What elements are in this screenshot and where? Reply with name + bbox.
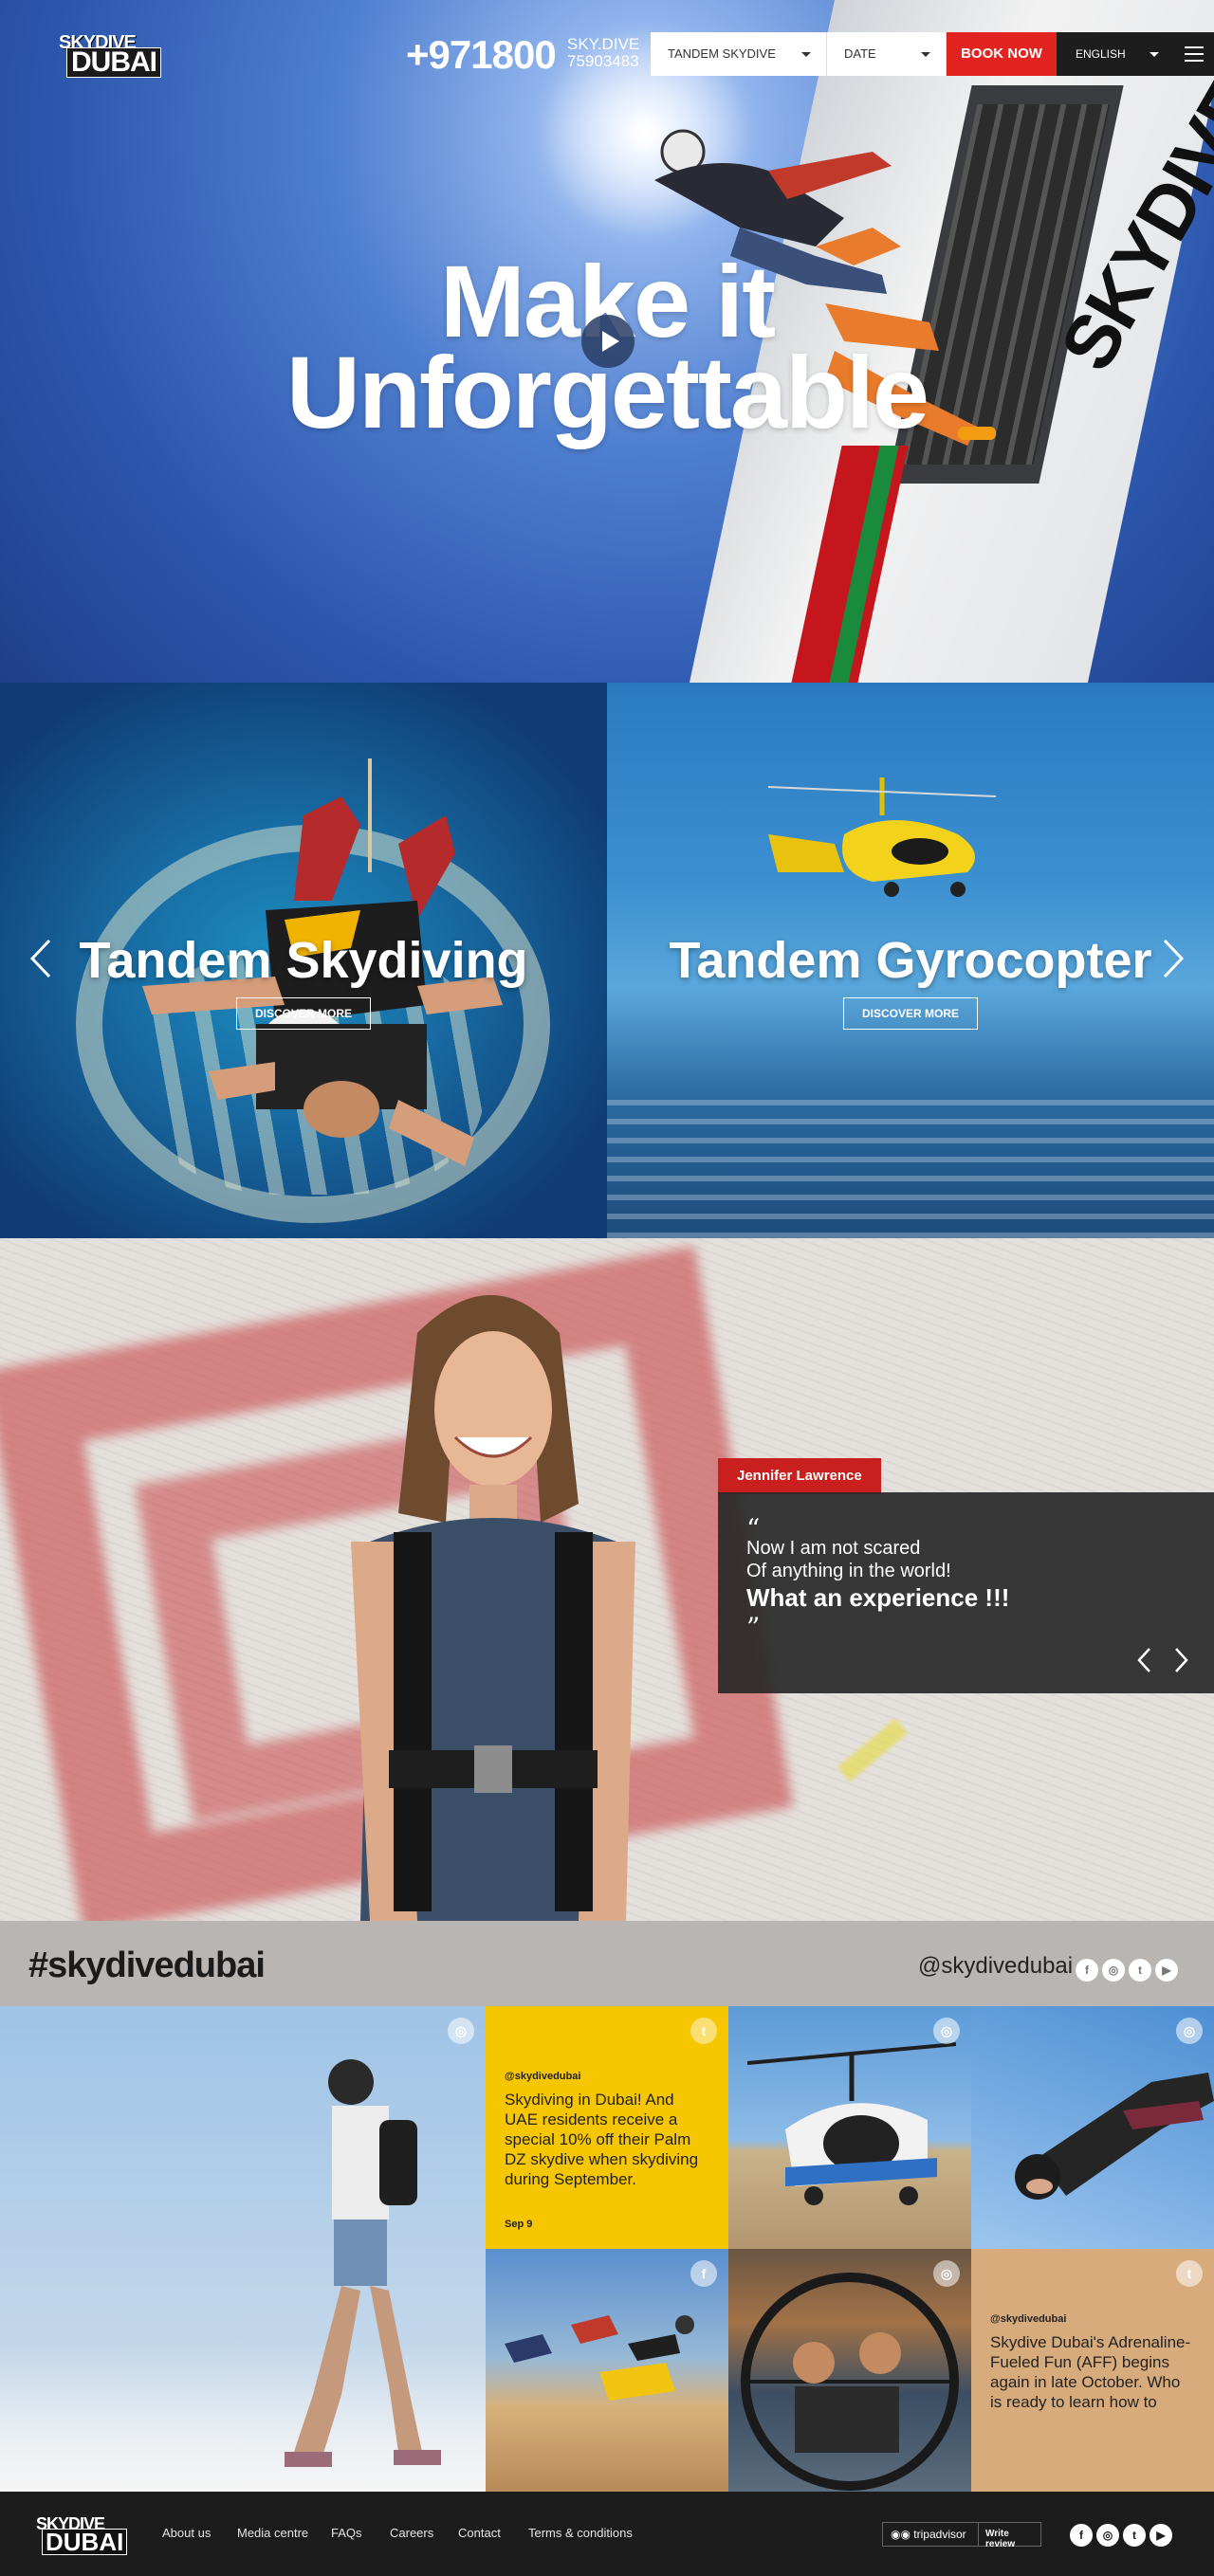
feed-tile-facebook[interactable]: f (486, 2249, 728, 2492)
testimonial-quote: “ Now I am not scared Of anything in the… (718, 1492, 1214, 1693)
twitter-icon[interactable]: t (1129, 1959, 1151, 1982)
instagram-icon[interactable]: ◎ (1102, 1959, 1125, 1982)
chevron-right-icon[interactable] (1159, 937, 1187, 980)
tripadvisor-widget[interactable]: ◉◉ tripadvisor Write review (882, 2522, 1041, 2549)
product-title: Tandem Skydiving (79, 932, 528, 989)
owl-icon: ◉◉ (891, 2528, 910, 2541)
activity-select[interactable]: TANDEM SKYDIVE (651, 32, 827, 76)
footer-link-terms[interactable]: Terms & conditions (528, 2526, 633, 2540)
skydiver-walking-illustration (285, 2059, 441, 2467)
youtube-icon[interactable]: ▶ (1150, 2524, 1172, 2547)
write-review-link[interactable]: Write review (985, 2529, 1040, 2549)
chevron-down-icon (921, 52, 930, 57)
tweet-handle: @skydivedubai (505, 2071, 581, 2082)
feed-tile-instagram[interactable]: ◎ (0, 2006, 486, 2492)
hamburger-icon (1185, 53, 1204, 55)
twitter-icon[interactable]: t (1123, 2524, 1146, 2547)
chevron-down-icon (1150, 52, 1159, 57)
quote-line: Of anything in the world! (746, 1561, 951, 1581)
discover-more-button[interactable]: DISCOVER MORE (236, 997, 371, 1030)
instagram-icon: ◎ (1176, 2018, 1203, 2044)
tweet-date: Sep 9 (505, 2219, 533, 2230)
palm-island-haze (607, 1090, 1214, 1238)
formation-skydivers-photo (505, 2315, 694, 2401)
gyrocopter-illustration (767, 777, 997, 897)
quote-highlight: What an experience !!! (746, 1583, 1010, 1612)
customer-portrait (351, 1295, 635, 1921)
book-now-button[interactable]: BOOK NOW (947, 32, 1057, 76)
date-select[interactable]: DATE (827, 32, 947, 76)
activity-select-value: TANDEM SKYDIVE (668, 46, 776, 61)
feed-tile-instagram[interactable]: ◎ (728, 2006, 971, 2249)
language-select-value: ENGLISH (1076, 47, 1126, 61)
phone-alt[interactable]: SKY.DIVE 75903483 (567, 36, 639, 70)
feed-tile-tweet[interactable]: t @skydivedubai Skydiving in Dubai! And … (486, 2006, 728, 2249)
youtube-icon[interactable]: ▶ (1155, 1959, 1178, 1982)
play-video-button[interactable] (581, 315, 635, 368)
phone-number[interactable]: +971800 (406, 32, 557, 78)
footer-link-faqs[interactable]: FAQs (331, 2526, 362, 2540)
social-bar: #skydivedubai @skydivedubai f ◎ t ▶ (0, 1921, 1214, 2006)
site-footer: SKYDIVE DUBAI About us Media centre FAQs… (0, 2492, 1214, 2576)
feed-tile-instagram[interactable]: ◎ (971, 2006, 1214, 2249)
social-handle[interactable]: @skydivedubai (918, 1953, 1073, 1980)
facebook-icon: f (690, 2260, 717, 2287)
quote-line: Now I am not scared (746, 1538, 921, 1559)
phone-alt-line1: SKY.DIVE (567, 35, 640, 53)
instagram-icon: ◎ (933, 2018, 960, 2044)
divider (978, 2523, 979, 2546)
tweet-text: Skydive Dubai's Adrenaline-Fueled Fun (A… (990, 2333, 1191, 2411)
chevron-left-icon[interactable] (1135, 1646, 1154, 1674)
facebook-icon[interactable]: f (1076, 1959, 1098, 1982)
facebook-icon[interactable]: f (1070, 2524, 1093, 2547)
tripadvisor-logo: ◉◉ tripadvisor (891, 2528, 966, 2541)
close-quote-mark: ” (746, 1612, 761, 1643)
hero-section: SKYDIVE Make it Unforgettable (0, 0, 1214, 683)
twitter-icon: t (690, 2018, 717, 2044)
discover-more-button[interactable]: DISCOVER MORE (843, 997, 978, 1030)
footer-link-careers[interactable]: Careers (390, 2526, 433, 2540)
product-tandem-gyrocopter[interactable]: Tandem Gyrocopter DISCOVER MORE (607, 683, 1214, 1238)
instagram-icon[interactable]: ◎ (1096, 2524, 1119, 2547)
skydiver-illustration (142, 758, 503, 1166)
product-title: Tandem Gyrocopter (669, 932, 1152, 989)
language-select[interactable]: ENGLISH (1057, 32, 1174, 76)
chevron-right-icon[interactable] (1171, 1646, 1190, 1674)
testimonial-author: Jennifer Lawrence (718, 1458, 881, 1494)
instagram-icon: ◎ (933, 2260, 960, 2287)
hashtag-title: #skydivedubai (28, 1946, 266, 1985)
twitter-icon: t (1176, 2260, 1203, 2287)
gyrocopter-photo (747, 2042, 956, 2205)
chevron-down-icon (801, 52, 811, 57)
tweet-text: Skydiving in Dubai! And UAE residents re… (505, 2091, 699, 2188)
hamburger-icon (1185, 60, 1204, 62)
menu-button[interactable] (1174, 32, 1214, 76)
footer-link-about[interactable]: About us (162, 2526, 211, 2540)
instagram-icon: ◎ (448, 2018, 474, 2044)
footer-link-contact[interactable]: Contact (458, 2526, 501, 2540)
phone-alt-line2: 75903483 (567, 52, 639, 70)
footer-logo-line2: DUBAI (42, 2529, 128, 2555)
freefall-skydiver-photo (1015, 2073, 1214, 2200)
site-logo[interactable]: SKYDIVE DUBAI (59, 32, 161, 78)
date-select-value: DATE (844, 46, 876, 61)
paramotor-selfie-photo (741, 2273, 959, 2491)
logo-line2: DUBAI (66, 47, 161, 78)
product-tandem-skydiving[interactable]: Tandem Skydiving DISCOVER MORE (0, 683, 607, 1238)
tripadvisor-label: tripadvisor (913, 2528, 966, 2541)
feed-tile-tweet[interactable]: t @skydivedubai Skydive Dubai's Adrenali… (971, 2249, 1214, 2492)
footer-logo[interactable]: SKYDIVE DUBAI (36, 2514, 131, 2556)
feed-tile-instagram[interactable]: ◎ (728, 2249, 971, 2492)
chevron-left-icon[interactable] (27, 937, 55, 980)
tweet-handle: @skydivedubai (990, 2313, 1067, 2325)
footer-link-media[interactable]: Media centre (237, 2526, 308, 2540)
hamburger-icon (1185, 46, 1204, 48)
